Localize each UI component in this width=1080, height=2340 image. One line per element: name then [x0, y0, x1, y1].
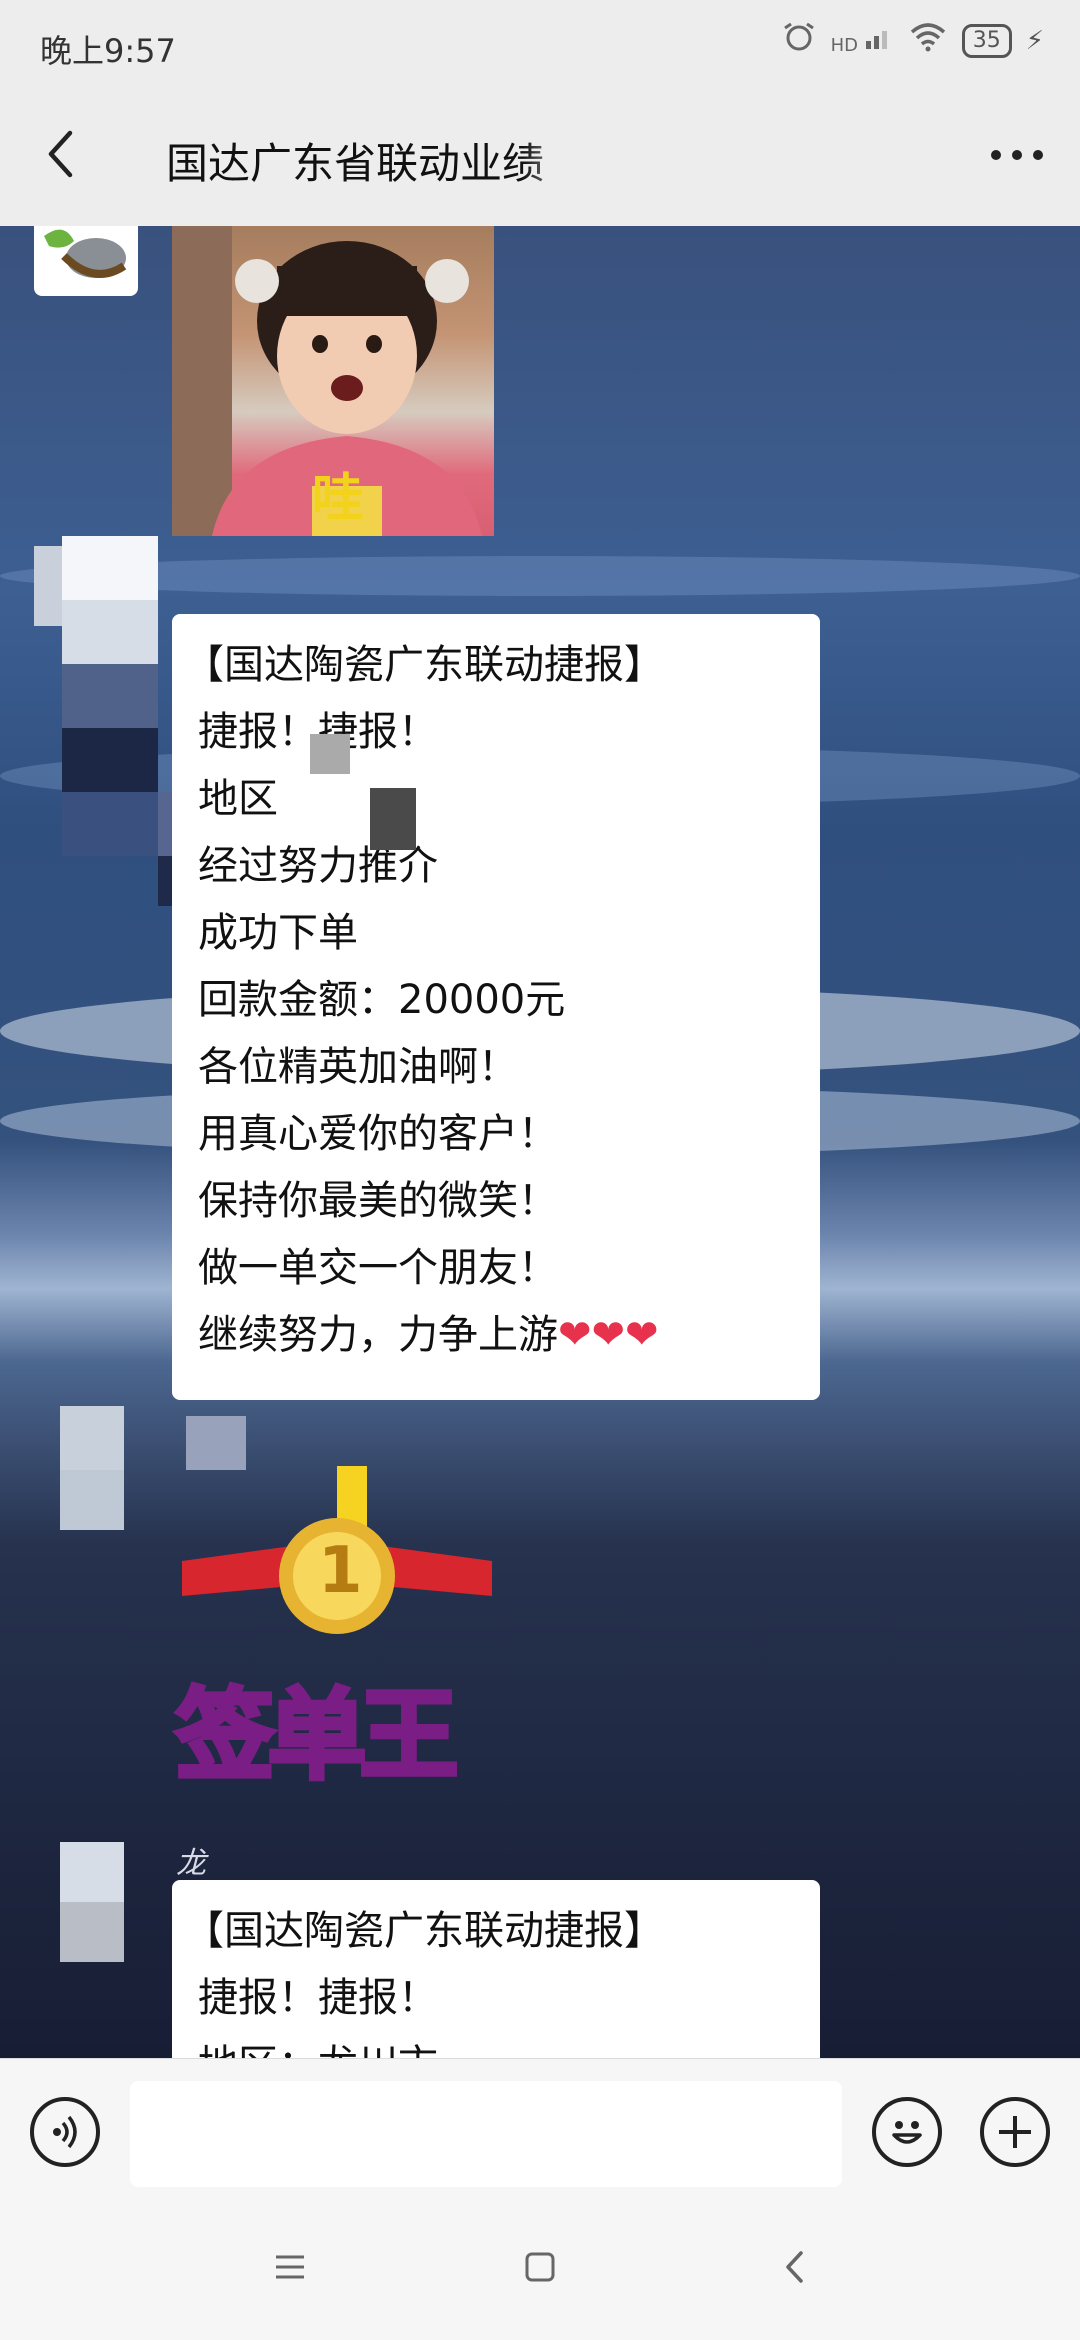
report-line: 成功下单 — [198, 910, 358, 956]
message-bubble[interactable]: 【国达陶瓷广东联动捷报】 捷报！捷报！ 地区：龙川市 — [172, 1880, 820, 2058]
battery-icon: 35 — [961, 23, 1012, 58]
medal-number: 1 — [318, 1534, 363, 1608]
report-header: 【国达陶瓷广东联动捷报】 — [184, 1908, 664, 1954]
status-time: 晚上9:57 — [40, 32, 176, 70]
nav-menu-button[interactable] — [260, 2242, 320, 2292]
back-arrow-icon — [48, 130, 73, 178]
report-header: 【国达陶瓷广东联动捷报】 — [184, 642, 664, 688]
report-line: 继续努力，力争上游❤❤❤ — [198, 1302, 794, 1369]
sender-name: 龙 — [176, 1846, 206, 1881]
report-line: 捷报！捷报！ — [198, 709, 438, 755]
report-line: 各位精英加油啊！ — [198, 1044, 518, 1090]
censor-block — [306, 784, 370, 842]
plus-icon — [999, 2116, 1031, 2148]
charging-icon: ⚡ — [1025, 25, 1044, 56]
censor-block — [370, 788, 416, 850]
report-line: 地区 — [198, 776, 278, 822]
censor-block — [310, 734, 350, 774]
title-bar: 国达广东省联动业绩 — [0, 90, 1080, 227]
status-bar: 晚上9:57 HD 35 ⚡ — [0, 0, 1080, 90]
menu-icon — [276, 2255, 304, 2279]
report-closing: 继续努力，力争上游 — [198, 1312, 558, 1358]
emoji-icon — [892, 2121, 922, 2144]
censored-avatar — [60, 1842, 130, 1962]
message-bubble[interactable]: 【国达陶瓷广东联动捷报】 捷报！捷报！ 地区 经过努力推介 成功下单 回款金额：… — [172, 614, 820, 1400]
input-bar — [0, 2058, 1080, 2199]
network-label: HD — [830, 35, 858, 56]
report-line: 用真心爱你的客户！ — [198, 1111, 558, 1157]
back-button[interactable] — [30, 124, 90, 184]
nav-back-button[interactable] — [765, 2242, 825, 2292]
wifi-icon — [908, 22, 948, 59]
sticker-image[interactable]: 1 签单王 — [172, 1466, 502, 1796]
report-line: 地区：龙川市 — [198, 2032, 794, 2058]
avatar[interactable] — [34, 226, 138, 296]
report-line: 经过努力推介 — [198, 843, 438, 889]
signal-icon: HD — [831, 25, 894, 56]
report-line: 捷报！捷报！ — [198, 1975, 438, 2021]
nav-back-icon — [786, 2251, 803, 2283]
more-button[interactable] — [982, 130, 1052, 180]
report-line: 做一单交一个朋友！ — [198, 1245, 558, 1291]
report-line: 回款金额：20000元 — [198, 977, 566, 1023]
alarm-icon — [781, 22, 817, 59]
home-icon — [525, 2252, 555, 2282]
more-dots-icon — [991, 150, 1043, 160]
report-line: 保持你最美的微笑！ — [198, 1178, 558, 1224]
status-icons: HD 35 ⚡ — [781, 22, 1044, 59]
sticker-image[interactable]: 哇 — [172, 226, 494, 536]
chat-title: 国达广东省联动业绩 — [166, 139, 545, 188]
emoji-button[interactable] — [872, 2097, 942, 2167]
voice-icon — [53, 2115, 77, 2149]
chat-area[interactable]: 哇 【国达陶瓷广东联动捷报】 捷报！捷报！ 地区 经过努力推介 成功下单 回款金… — [0, 226, 1080, 2058]
plus-button[interactable] — [980, 2097, 1050, 2167]
voice-button[interactable] — [30, 2097, 100, 2167]
sticker-caption: 签单王 — [173, 1677, 460, 1796]
sticker-caption: 哇 — [312, 469, 365, 529]
heart-emoji-icon: ❤❤❤ — [558, 1312, 659, 1358]
system-nav-bar — [0, 2198, 1080, 2340]
nav-home-button[interactable] — [510, 2242, 570, 2292]
message-input[interactable] — [130, 2081, 842, 2187]
